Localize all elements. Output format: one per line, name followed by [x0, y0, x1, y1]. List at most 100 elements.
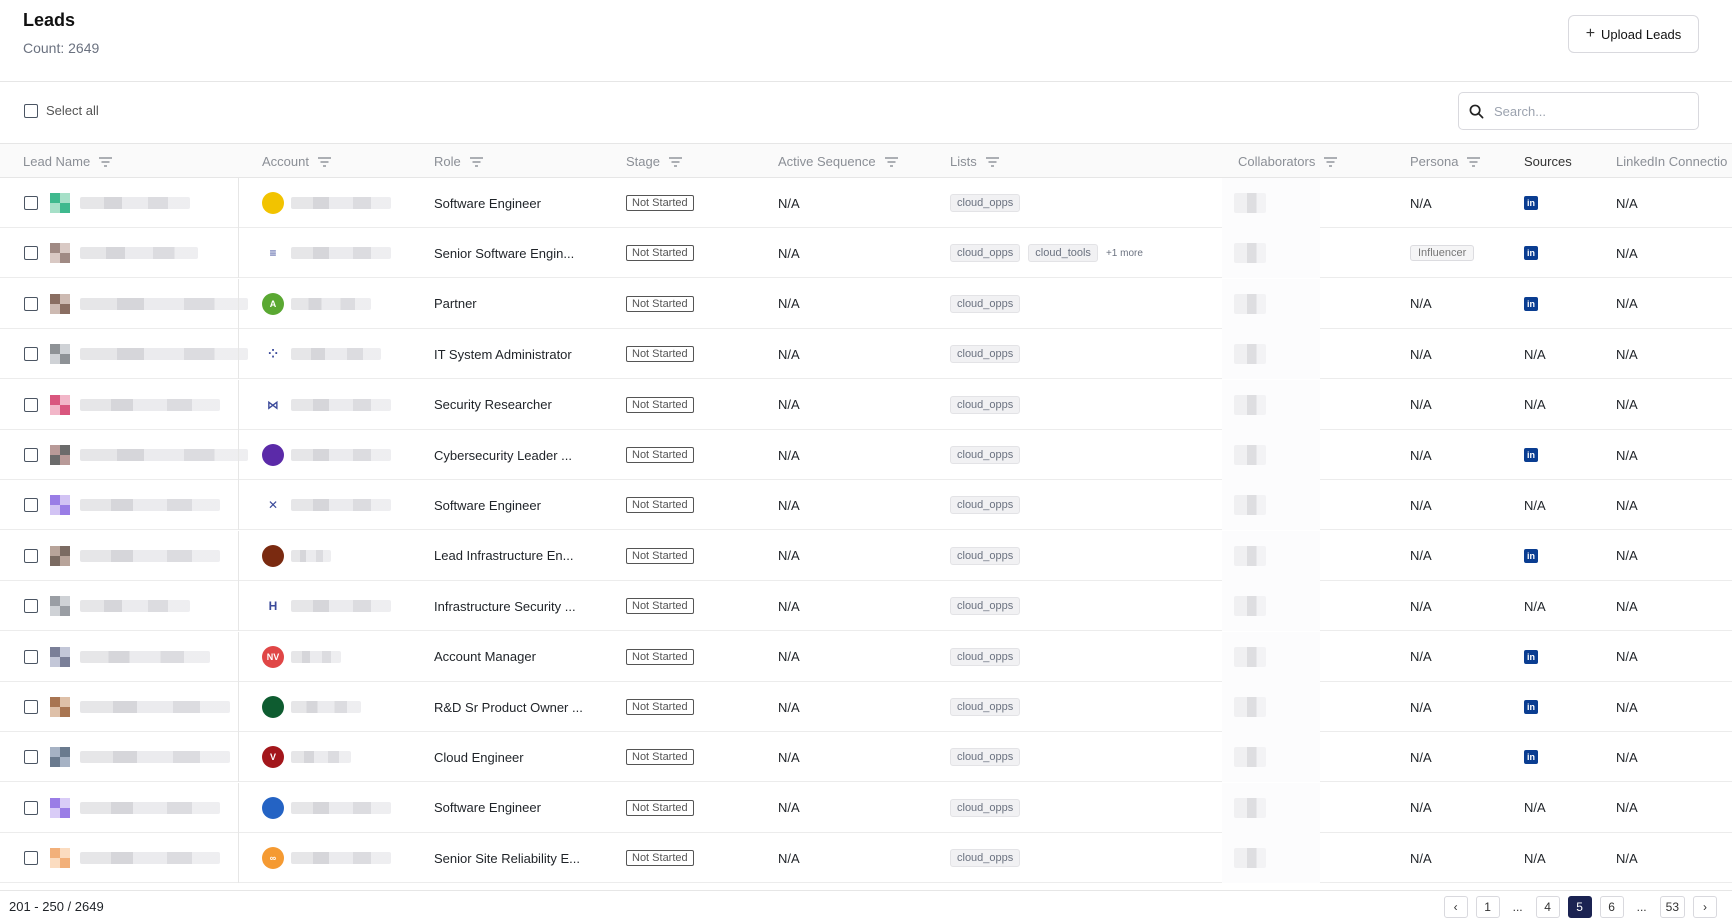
account-cell[interactable]: NV	[262, 632, 341, 682]
table-row[interactable]: A Partner Not Started N/A cloud_opps N/A in N/A	[0, 278, 1732, 329]
prev-page-button[interactable]: ‹	[1443, 896, 1468, 918]
column-header-sources[interactable]: Sources	[1524, 144, 1572, 179]
collaborators-cell[interactable]	[1234, 228, 1266, 278]
linkedin-icon[interactable]: in	[1524, 548, 1538, 563]
table-row[interactable]: Lead Infrastructure En... Not Started N/A c…	[0, 530, 1732, 581]
lists-cell[interactable]: cloud_opps	[950, 480, 1028, 530]
lead-name-cell[interactable]	[50, 480, 220, 530]
lists-cell[interactable]: cloud_opps	[950, 833, 1028, 883]
lists-cell[interactable]: cloud_opps	[950, 279, 1028, 329]
stage-cell[interactable]: Not Started	[626, 531, 694, 581]
stage-cell[interactable]: Not Started	[626, 833, 694, 883]
collaborators-cell[interactable]	[1234, 531, 1266, 581]
linkedin-icon[interactable]: in	[1524, 448, 1538, 462]
filter-icon[interactable]	[884, 156, 898, 167]
linkedin-icon[interactable]: in	[1524, 296, 1538, 311]
collaborators-cell[interactable]	[1234, 279, 1266, 329]
stage-cell[interactable]: Not Started	[626, 732, 694, 782]
row-checkbox[interactable]	[24, 649, 38, 664]
row-checkbox[interactable]	[24, 700, 38, 714]
page-6-button[interactable]: 6	[1599, 896, 1624, 918]
row-checkbox[interactable]	[24, 196, 38, 210]
collaborators-cell[interactable]	[1234, 783, 1266, 833]
table-row[interactable]: V Cloud Engineer Not Started N/A cloud_opps N…	[0, 732, 1732, 783]
collaborators-cell[interactable]	[1234, 732, 1266, 782]
account-cell[interactable]: A	[262, 279, 371, 329]
row-checkbox[interactable]	[24, 498, 38, 513]
account-cell[interactable]: ⋈	[262, 380, 391, 430]
column-header-lead-name[interactable]: Lead Name	[23, 144, 113, 179]
lists-cell[interactable]: cloud_opps	[950, 380, 1028, 430]
collaborators-cell[interactable]	[1234, 480, 1266, 530]
table-row[interactable]: R&D Sr Product Owner ... Not Started N/A cl…	[0, 682, 1732, 732]
table-row[interactable]: Software Engineer Not Started N/A cloud_opp…	[0, 782, 1732, 833]
page-53-button[interactable]: 53	[1659, 896, 1685, 918]
lists-cell[interactable]: cloud_opps	[950, 732, 1028, 782]
collaborators-cell[interactable]	[1234, 581, 1266, 631]
stage-cell[interactable]: Not Started	[626, 682, 694, 732]
lead-name-cell[interactable]	[50, 228, 198, 278]
table-row[interactable]: ⁘ IT System Administrator Not Started N/A cl…	[0, 329, 1732, 380]
row-checkbox[interactable]	[24, 296, 38, 311]
account-cell[interactable]: H	[262, 581, 391, 631]
row-checkbox[interactable]	[24, 347, 38, 362]
row-checkbox[interactable]	[24, 800, 38, 815]
linkedin-icon[interactable]: in	[1524, 700, 1538, 714]
account-cell[interactable]: V	[262, 732, 351, 782]
account-cell[interactable]: ⁘	[262, 329, 381, 379]
page-5-button[interactable]: 5	[1567, 896, 1592, 918]
upload-leads-button[interactable]: + Upload Leads	[1568, 15, 1699, 53]
lists-cell[interactable]: cloud_opps	[950, 329, 1028, 379]
column-header-stage[interactable]: Stage	[626, 144, 682, 179]
row-checkbox[interactable]	[24, 246, 38, 261]
next-page-button[interactable]: ›	[1693, 896, 1717, 918]
row-checkbox[interactable]	[24, 397, 38, 412]
page-4-button[interactable]: 4	[1535, 896, 1560, 918]
column-header-lists[interactable]: Lists	[950, 144, 999, 179]
linkedin-icon[interactable]: in	[1524, 750, 1538, 765]
lead-name-cell[interactable]	[50, 380, 220, 430]
collaborators-cell[interactable]	[1234, 380, 1266, 430]
table-row[interactable]: ∞ Senior Site Reliability E... Not Started…	[0, 833, 1732, 884]
select-all-checkbox[interactable]	[24, 103, 38, 118]
lists-cell[interactable]: cloud_opps	[950, 430, 1028, 480]
lead-name-cell[interactable]	[50, 682, 230, 732]
lists-cell[interactable]: cloud_opps	[950, 581, 1028, 631]
lead-name-cell[interactable]	[50, 632, 210, 682]
stage-cell[interactable]: Not Started	[626, 480, 694, 530]
stage-cell[interactable]: Not Started	[626, 329, 694, 379]
lists-cell[interactable]: cloud_opps	[950, 178, 1028, 228]
filter-icon[interactable]	[99, 156, 113, 167]
lead-name-cell[interactable]	[50, 833, 220, 883]
lead-name-cell[interactable]	[50, 279, 248, 329]
search-input[interactable]	[1494, 103, 1674, 119]
account-cell[interactable]: ✕	[262, 480, 391, 530]
filter-icon[interactable]	[469, 156, 483, 167]
search-box[interactable]	[1458, 92, 1699, 130]
row-checkbox[interactable]	[24, 548, 38, 563]
table-row[interactable]: Software Engineer Not Started N/A cloud_opp…	[0, 178, 1732, 228]
lead-name-cell[interactable]	[50, 178, 190, 228]
filter-icon[interactable]	[985, 156, 999, 167]
lists-cell[interactable]: cloud_opps	[950, 682, 1028, 732]
account-cell[interactable]: ∞	[262, 833, 391, 883]
lists-cell[interactable]: cloud_opps	[950, 783, 1028, 833]
lead-name-cell[interactable]	[50, 581, 190, 631]
table-row[interactable]: ⋈ Security Researcher Not Started N/A cloud_…	[0, 379, 1732, 430]
linkedin-icon[interactable]: in	[1524, 246, 1538, 261]
more-lists-link[interactable]: +1 more	[1106, 248, 1143, 259]
lists-cell[interactable]: cloud_opps	[950, 632, 1028, 682]
lead-name-cell[interactable]	[50, 783, 220, 833]
stage-cell[interactable]: Not Started	[626, 380, 694, 430]
stage-cell[interactable]: Not Started	[626, 581, 694, 631]
collaborators-cell[interactable]	[1234, 430, 1266, 480]
row-checkbox[interactable]	[24, 448, 38, 462]
lead-name-cell[interactable]	[50, 732, 230, 782]
stage-cell[interactable]: Not Started	[626, 632, 694, 682]
lead-name-cell[interactable]	[50, 329, 248, 379]
table-row[interactable]: ≡ Senior Software Engin... Not Started N/A c…	[0, 228, 1732, 279]
stage-cell[interactable]: Not Started	[626, 783, 694, 833]
collaborators-cell[interactable]	[1234, 178, 1266, 228]
linkedin-icon[interactable]: in	[1524, 196, 1538, 210]
table-row[interactable]: Cybersecurity Leader ... Not Started N/A cl…	[0, 430, 1732, 480]
